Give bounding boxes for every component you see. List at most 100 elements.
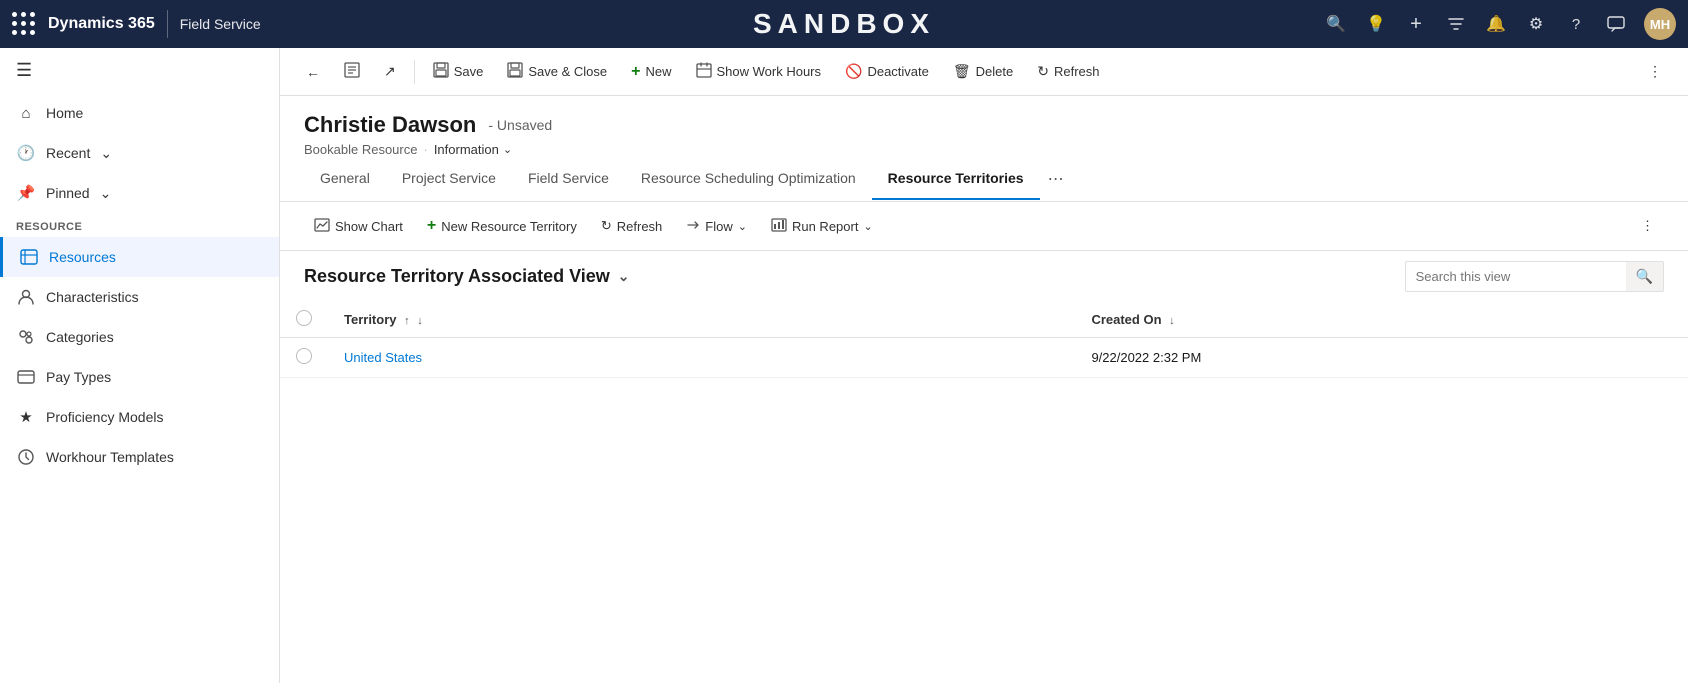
save-button[interactable]: Save — [423, 56, 494, 87]
toolbar-divider-1 — [414, 60, 415, 84]
open-new-window-button[interactable]: ↗ — [374, 57, 406, 86]
tabs-bar: General Project Service Field Service Re… — [280, 157, 1688, 202]
nav-divider — [167, 10, 168, 38]
show-chart-label: Show Chart — [335, 219, 403, 234]
refresh-button[interactable]: ↻ Refresh — [1027, 57, 1109, 86]
show-work-hours-button[interactable]: Show Work Hours — [686, 56, 832, 87]
chat-icon[interactable] — [1604, 12, 1628, 36]
search-icon[interactable]: 🔍 — [1324, 12, 1348, 36]
view-title-chevron[interactable]: ⌄ — [618, 268, 630, 285]
save-close-button[interactable]: Save & Close — [497, 56, 617, 87]
new-icon: + — [631, 63, 640, 81]
sidebar-item-resources[interactable]: Resources — [0, 237, 279, 277]
form-selector[interactable]: Information ⌄ — [434, 142, 512, 157]
sidebar-label-home: Home — [46, 105, 263, 121]
run-report-label: Run Report — [792, 219, 858, 234]
show-chart-button[interactable]: Show Chart — [304, 213, 413, 240]
save-icon — [433, 62, 449, 81]
row-checkbox[interactable] — [296, 348, 312, 364]
settings-icon[interactable]: ⚙ — [1524, 12, 1548, 36]
notification-icon[interactable]: 🔔 — [1484, 12, 1508, 36]
hamburger-icon[interactable]: ☰ — [0, 48, 279, 93]
sidebar-item-workhour-templates[interactable]: Workhour Templates — [0, 437, 279, 477]
new-button[interactable]: + New — [621, 57, 681, 87]
more-button[interactable]: ⋮ — [1638, 57, 1672, 86]
filter-icon[interactable] — [1444, 12, 1468, 36]
sub-refresh-label: Refresh — [617, 219, 663, 234]
deactivate-button[interactable]: 🚫 Deactivate — [835, 57, 939, 86]
sidebar-item-characteristics[interactable]: Characteristics — [0, 277, 279, 317]
table-row: United States 9/22/2022 2:32 PM — [280, 338, 1688, 378]
new-resource-territory-button[interactable]: + New Resource Territory — [417, 212, 587, 240]
data-table: Territory ↑ ↓ Created On ↓ — [280, 302, 1688, 683]
delete-button[interactable]: 🗑 Delete — [943, 57, 1023, 86]
run-report-button[interactable]: Run Report ⌄ — [761, 213, 883, 240]
tab-general[interactable]: General — [304, 158, 386, 200]
sidebar-item-recent[interactable]: 🕐 Recent ⌄ — [0, 133, 279, 173]
sidebar-label-proficiency-models: Proficiency Models — [46, 409, 263, 425]
content-area: ← ↗ Save Save & Close — [280, 48, 1688, 683]
sidebar-label-pay-types: Pay Types — [46, 369, 263, 385]
sub-refresh-button[interactable]: ↻ Refresh — [591, 213, 672, 239]
sidebar-label-characteristics: Characteristics — [46, 289, 263, 305]
form-selector-chevron: ⌄ — [503, 143, 512, 156]
search-submit-button[interactable]: 🔍 — [1626, 262, 1663, 291]
flow-button[interactable]: Flow ⌄ — [676, 213, 757, 240]
recent-icon: 🕐 — [16, 143, 36, 163]
help-icon[interactable]: ? — [1564, 12, 1588, 36]
brand-title: Dynamics 365 — [48, 15, 155, 33]
created-on-column-header[interactable]: Created On ↓ — [1075, 302, 1688, 338]
open-new-window-icon: ↗ — [384, 63, 396, 80]
refresh-icon: ↻ — [1037, 63, 1049, 80]
sidebar-label-pinned: Pinned — [46, 185, 90, 201]
tab-resource-territories[interactable]: Resource Territories — [872, 158, 1040, 200]
record-entity-type: Bookable Resource — [304, 142, 417, 157]
created-on-sort-icon[interactable]: ↓ — [1169, 315, 1175, 327]
sidebar-item-pay-types[interactable]: Pay Types — [0, 357, 279, 397]
territory-column-label: Territory — [344, 312, 397, 327]
add-icon[interactable]: + — [1404, 12, 1428, 36]
flow-label: Flow — [705, 219, 732, 234]
record-icon-button[interactable] — [334, 56, 370, 87]
sub-refresh-icon: ↻ — [601, 218, 612, 234]
chevron-down-icon: ⌄ — [100, 145, 112, 162]
territory-sort-desc-icon[interactable]: ↓ — [417, 315, 423, 327]
resources-icon — [19, 247, 39, 267]
delete-icon: 🗑 — [953, 63, 971, 80]
sidebar-item-pinned[interactable]: 📌 Pinned ⌄ — [0, 173, 279, 213]
sidebar-item-home[interactable]: ⌂ Home — [0, 93, 279, 133]
run-report-icon — [771, 218, 787, 235]
app-switcher-icon[interactable] — [12, 12, 36, 36]
search-input[interactable] — [1406, 263, 1626, 290]
territory-cell: United States — [328, 338, 1075, 378]
record-header: Christie Dawson - Unsaved Bookable Resou… — [280, 96, 1688, 157]
deactivate-icon: 🚫 — [845, 63, 862, 80]
territory-column-header[interactable]: Territory ↑ ↓ — [328, 302, 1075, 338]
avatar[interactable]: MH — [1644, 8, 1676, 40]
tab-field-service[interactable]: Field Service — [512, 158, 625, 200]
bulb-icon[interactable]: 💡 — [1364, 12, 1388, 36]
new-resource-territory-icon: + — [427, 217, 436, 235]
territory-sort-asc-icon[interactable]: ↑ — [404, 315, 410, 327]
record-unsaved-indicator: - Unsaved — [488, 117, 552, 133]
app-name: Field Service — [180, 16, 261, 32]
new-resource-territory-label: New Resource Territory — [441, 219, 577, 234]
select-all-checkbox[interactable] — [296, 310, 312, 326]
show-work-hours-icon — [696, 62, 712, 81]
sidebar-item-categories[interactable]: Categories — [0, 317, 279, 357]
show-chart-icon — [314, 218, 330, 235]
sub-more-button[interactable]: ⋮ — [1631, 213, 1664, 239]
back-button[interactable]: ← — [296, 58, 330, 86]
tab-resource-scheduling-optimization[interactable]: Resource Scheduling Optimization — [625, 158, 872, 200]
categories-icon — [16, 327, 36, 347]
flow-icon — [686, 218, 700, 235]
tab-project-service[interactable]: Project Service — [386, 158, 512, 200]
tabs-more-button[interactable]: ⋯ — [1040, 157, 1072, 201]
row-checkbox-cell — [280, 338, 328, 378]
sidebar-item-proficiency-models[interactable]: ★ Proficiency Models — [0, 397, 279, 437]
show-work-hours-label: Show Work Hours — [717, 64, 822, 79]
chevron-down-icon: ⌄ — [100, 185, 112, 202]
sidebar-label-categories: Categories — [46, 329, 263, 345]
sidebar-section-resource: Resource — [0, 213, 279, 237]
territory-link[interactable]: United States — [344, 350, 422, 365]
